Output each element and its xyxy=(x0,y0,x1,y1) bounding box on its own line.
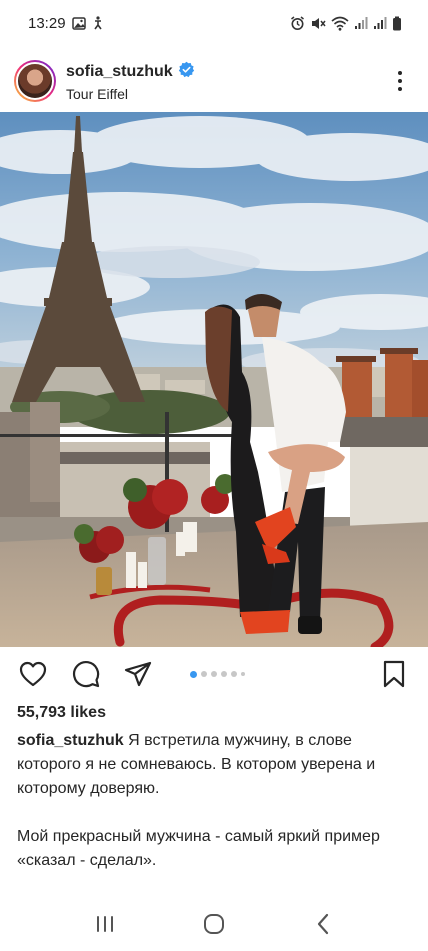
back-chevron-icon xyxy=(318,913,329,935)
signal-icon xyxy=(354,16,368,30)
more-dot xyxy=(398,87,402,91)
carousel-dot xyxy=(231,671,237,677)
bookmark-icon xyxy=(383,660,405,688)
carousel-dot xyxy=(241,672,245,676)
comment-icon xyxy=(72,660,100,688)
comment-button[interactable] xyxy=(70,658,102,690)
recent-apps-button[interactable] xyxy=(85,904,125,944)
username[interactable]: sofia_stuzhuk xyxy=(66,63,173,81)
carousel-dot xyxy=(221,671,227,677)
system-nav-bar xyxy=(0,897,428,951)
post-photo-illustration xyxy=(0,112,428,647)
status-left: 13:29 xyxy=(28,15,104,32)
status-time: 13:29 xyxy=(28,14,66,32)
status-bar: 13:29 xyxy=(0,0,428,46)
more-dot xyxy=(398,79,402,83)
avatar-image xyxy=(16,62,54,100)
action-bar xyxy=(0,654,428,694)
like-button[interactable] xyxy=(17,658,49,690)
likes-count[interactable]: 55,793 likes xyxy=(17,704,106,722)
gallery-icon xyxy=(71,16,86,30)
post-photo[interactable] xyxy=(0,112,428,647)
more-options-button[interactable] xyxy=(390,68,410,94)
wifi-icon xyxy=(331,16,349,31)
carousel-dot-active xyxy=(190,670,197,678)
mute-icon xyxy=(310,16,326,31)
battery-icon xyxy=(392,16,402,31)
location-link[interactable]: Tour Eiffel xyxy=(66,86,195,102)
verified-badge-icon xyxy=(178,61,195,83)
back-button[interactable] xyxy=(303,904,343,944)
alarm-icon xyxy=(290,15,305,31)
accessibility-icon xyxy=(92,16,104,30)
send-icon xyxy=(124,661,152,687)
carousel-dot xyxy=(201,671,207,677)
caption: sofia_stuzhuk Я встретила мужчину, в сло… xyxy=(17,729,413,873)
post-header: sofia_stuzhuk Tour Eiffel xyxy=(0,54,428,108)
home-icon xyxy=(203,914,224,934)
carousel-indicator xyxy=(190,670,245,678)
home-button[interactable] xyxy=(194,904,234,944)
share-button[interactable] xyxy=(122,658,154,690)
status-right xyxy=(290,15,402,31)
signal-2-icon xyxy=(373,16,387,30)
caption-paragraph: sofia_stuzhuk Я встретила мужчину, в сло… xyxy=(17,729,413,801)
recents-icon xyxy=(96,916,113,932)
user-meta: sofia_stuzhuk Tour Eiffel xyxy=(66,61,195,102)
avatar[interactable] xyxy=(14,60,56,102)
caption-username[interactable]: sofia_stuzhuk xyxy=(17,732,124,749)
caption-paragraph-2: Мой прекрасный мужчина - самый яркий при… xyxy=(17,828,380,869)
carousel-dot xyxy=(211,671,217,677)
heart-icon xyxy=(19,661,47,687)
username-row: sofia_stuzhuk xyxy=(66,61,195,83)
save-button[interactable] xyxy=(378,658,410,690)
more-dot xyxy=(398,71,402,75)
